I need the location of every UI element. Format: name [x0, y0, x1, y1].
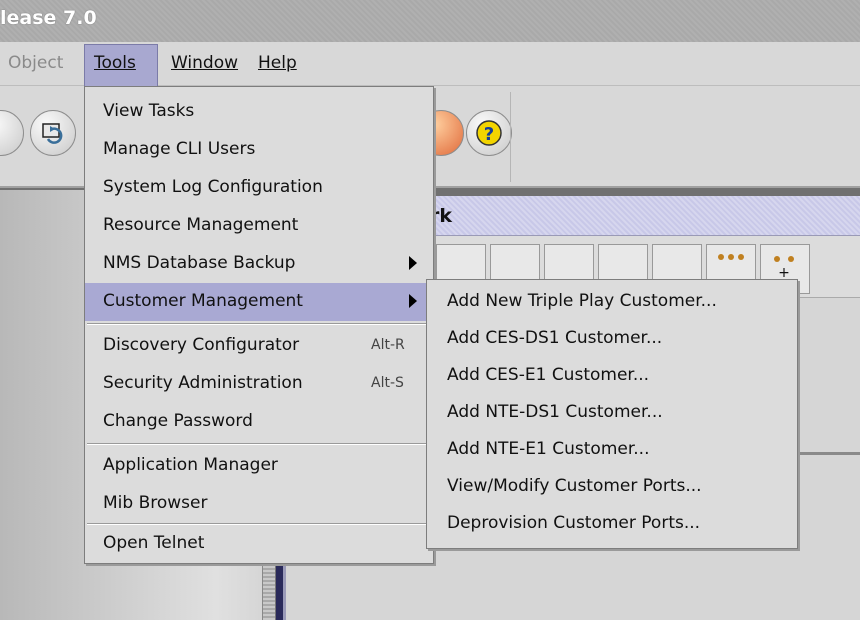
submenu-item-label: View/Modify Customer Ports...: [447, 476, 702, 496]
submenu-item-label: Add NTE-E1 Customer...: [447, 439, 650, 459]
menu-window[interactable]: Window: [171, 53, 238, 73]
customer-management-submenu: Add New Triple Play Customer... Add CES-…: [426, 279, 798, 549]
submenu-item-add-triple-play[interactable]: Add New Triple Play Customer...: [427, 284, 797, 320]
menu-item-application-manager[interactable]: Application Manager: [85, 447, 433, 485]
menu-item-label: Open Telnet: [103, 533, 205, 553]
menu-item-label: NMS Database Backup: [103, 253, 296, 273]
menu-item-mib-browser[interactable]: Mib Browser: [85, 485, 433, 523]
toolbar-button-partial[interactable]: [0, 110, 24, 156]
menu-item-nms-database-backup[interactable]: NMS Database Backup: [85, 245, 433, 283]
menu-item-label: Resource Management: [103, 215, 299, 235]
menu-object[interactable]: Object: [8, 53, 63, 73]
menu-item-system-log-configuration[interactable]: System Log Configuration: [85, 169, 433, 207]
toolbar-separator: [510, 92, 511, 182]
menu-item-view-tasks[interactable]: View Tasks: [85, 93, 433, 131]
refresh-icon: [42, 123, 63, 144]
menu-bar: Object Tools Window Help: [0, 42, 860, 86]
window-title: lease 7.0: [0, 7, 97, 29]
menu-divider: [87, 443, 431, 445]
submenu-item-add-nte-e1[interactable]: Add NTE-E1 Customer...: [427, 432, 797, 468]
menu-help-label: Help: [258, 53, 297, 73]
submenu-item-add-ces-e1[interactable]: Add CES-E1 Customer...: [427, 358, 797, 394]
menu-item-label: Security Administration: [103, 373, 303, 393]
menu-window-label: Window: [171, 53, 239, 73]
refresh-button[interactable]: [30, 110, 76, 156]
submenu-item-label: Deprovision Customer Ports...: [447, 513, 701, 533]
menu-item-accelerator: Alt-S: [371, 375, 404, 391]
submenu-item-add-nte-ds1[interactable]: Add NTE-DS1 Customer...: [427, 395, 797, 431]
menu-item-label: System Log Configuration: [103, 177, 323, 197]
help-icon: ?: [476, 120, 502, 146]
submenu-item-label: Add CES-E1 Customer...: [447, 365, 650, 385]
menu-divider: [87, 323, 431, 325]
menu-item-label: Manage CLI Users: [103, 139, 256, 159]
menu-item-label: Discovery Configurator: [103, 335, 300, 355]
canvas-line: [796, 452, 860, 455]
submenu-item-add-ces-ds1[interactable]: Add CES-DS1 Customer...: [427, 321, 797, 357]
menu-item-change-password[interactable]: Change Password: [85, 403, 433, 441]
submenu-item-deprovision-ports[interactable]: Deprovision Customer Ports...: [427, 506, 797, 542]
menu-item-customer-management[interactable]: Customer Management: [85, 283, 433, 321]
menu-item-open-telnet[interactable]: Open Telnet: [85, 525, 433, 563]
help-button[interactable]: ?: [466, 110, 512, 156]
menu-item-security-administration[interactable]: Security Administration Alt-S: [85, 365, 433, 403]
title-bar: lease 7.0: [0, 0, 860, 42]
menu-tools-label: Tools: [94, 53, 136, 73]
submenu-item-label: Add CES-DS1 Customer...: [447, 328, 663, 348]
tools-menu: View Tasks Manage CLI Users System Log C…: [84, 86, 434, 564]
svg-text:?: ?: [484, 124, 494, 145]
submenu-item-label: Add NTE-DS1 Customer...: [447, 402, 663, 422]
menu-item-accelerator: Alt-R: [371, 337, 405, 353]
menu-item-label: Mib Browser: [103, 493, 208, 513]
menu-help[interactable]: Help: [258, 53, 297, 73]
menu-item-label: View Tasks: [103, 101, 195, 121]
menu-item-label: Customer Management: [103, 291, 303, 311]
menu-item-resource-management[interactable]: Resource Management: [85, 207, 433, 245]
submenu-item-view-modify-ports[interactable]: View/Modify Customer Ports...: [427, 469, 797, 505]
submenu-arrow-icon: [409, 256, 417, 270]
menu-item-manage-cli-users[interactable]: Manage CLI Users: [85, 131, 433, 169]
menu-item-label: Application Manager: [103, 455, 278, 475]
menu-tools[interactable]: Tools: [84, 44, 158, 86]
menu-item-label: Change Password: [103, 411, 253, 431]
submenu-arrow-icon: [409, 294, 417, 308]
menu-item-discovery-configurator[interactable]: Discovery Configurator Alt-R: [85, 327, 433, 365]
submenu-item-label: Add New Triple Play Customer...: [447, 291, 717, 311]
